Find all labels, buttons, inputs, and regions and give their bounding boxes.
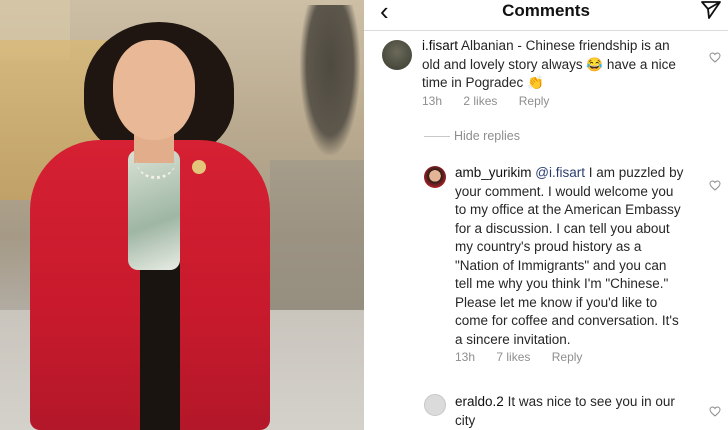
send-icon[interactable] <box>700 0 722 20</box>
comment-username[interactable]: eraldo.2 <box>455 394 504 409</box>
page-title: Comments <box>502 1 590 20</box>
comment-text: Albanian - Chinese friendship is an old … <box>422 38 676 90</box>
avatar-eraldo-2[interactable] <box>424 394 446 416</box>
comment-body: amb_yurikim @i.fisart I am puzzled by yo… <box>455 164 685 349</box>
comment-username[interactable]: amb_yurikim <box>455 165 532 180</box>
comment-body: eraldo.2 It was nice to see you in our c… <box>455 393 685 430</box>
brooch <box>192 160 206 174</box>
comment-likes[interactable]: 2 likes <box>463 94 497 108</box>
hide-replies-button[interactable]: Hide replies <box>454 129 520 143</box>
reply-button[interactable]: Reply <box>519 94 550 108</box>
hide-replies-line <box>424 136 450 137</box>
person-shirt <box>140 250 180 430</box>
comments-panel: ‹ Comments i.fisart Albanian - Chinese f… <box>364 0 728 430</box>
photo-panel <box>0 0 364 430</box>
reply-button[interactable]: Reply <box>552 350 583 364</box>
comment-likes[interactable]: 7 likes <box>496 350 530 364</box>
heart-icon[interactable] <box>709 406 721 417</box>
comment-time: 13h <box>422 94 443 108</box>
comment-mention[interactable]: @i.fisart <box>535 165 585 180</box>
statue-base <box>270 160 364 310</box>
comments-header: ‹ Comments <box>364 0 728 24</box>
avatar-amb-yurikim[interactable] <box>424 166 446 188</box>
comment-meta: 13h 7 likes Reply <box>455 350 600 364</box>
heart-icon[interactable] <box>709 180 721 191</box>
person-face <box>113 40 195 140</box>
comment-time: 13h <box>455 350 476 364</box>
header-divider <box>364 30 728 31</box>
comment-username[interactable]: i.fisart <box>422 38 458 53</box>
comment-text: I am puzzled by your comment. I would we… <box>455 165 684 347</box>
comment-body: i.fisart Albanian - Chinese friendship i… <box>422 37 684 93</box>
background-statue <box>300 5 360 155</box>
avatar-i-fisart[interactable] <box>382 40 412 70</box>
heart-icon[interactable] <box>709 52 721 63</box>
comment-meta: 13h 2 likes Reply <box>422 94 567 108</box>
